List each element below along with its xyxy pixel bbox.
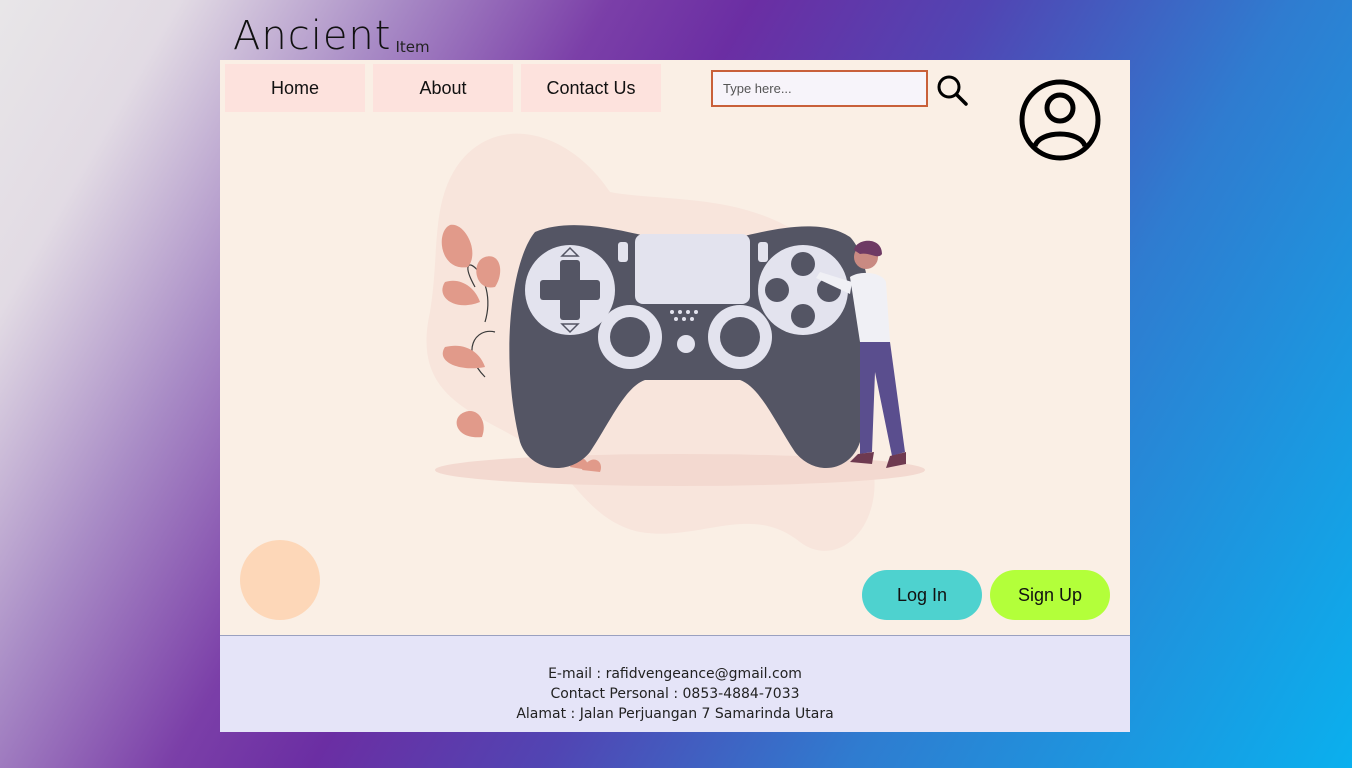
logo-tagline: Item [395,38,430,56]
site-logo[interactable]: Ancient Item [233,14,430,58]
sign-up-button[interactable]: Sign Up [990,570,1110,620]
logo-title: Ancient [233,13,392,59]
footer: E-mail : rafidvengeance@gmail.com Contac… [220,635,1130,732]
footer-email: E-mail : rafidvengeance@gmail.com [548,666,802,682]
decorative-circle [240,540,320,620]
search-input[interactable] [711,70,928,107]
nav-item-home[interactable]: Home [225,64,365,112]
search-icon[interactable] [936,74,968,106]
footer-phone: Contact Personal : 0853-4884-7033 [550,686,800,702]
main-panel: Home About Contact Us Type here... Log I… [220,60,1130,635]
hero-illustration [420,122,940,562]
nav-item-contact-us[interactable]: Contact Us [521,64,661,112]
user-circle-icon[interactable] [1018,78,1102,162]
log-in-button[interactable]: Log In [862,570,982,620]
nav-item-about[interactable]: About [373,64,513,112]
footer-address: Alamat : Jalan Perjuangan 7 Samarinda Ut… [516,706,834,722]
